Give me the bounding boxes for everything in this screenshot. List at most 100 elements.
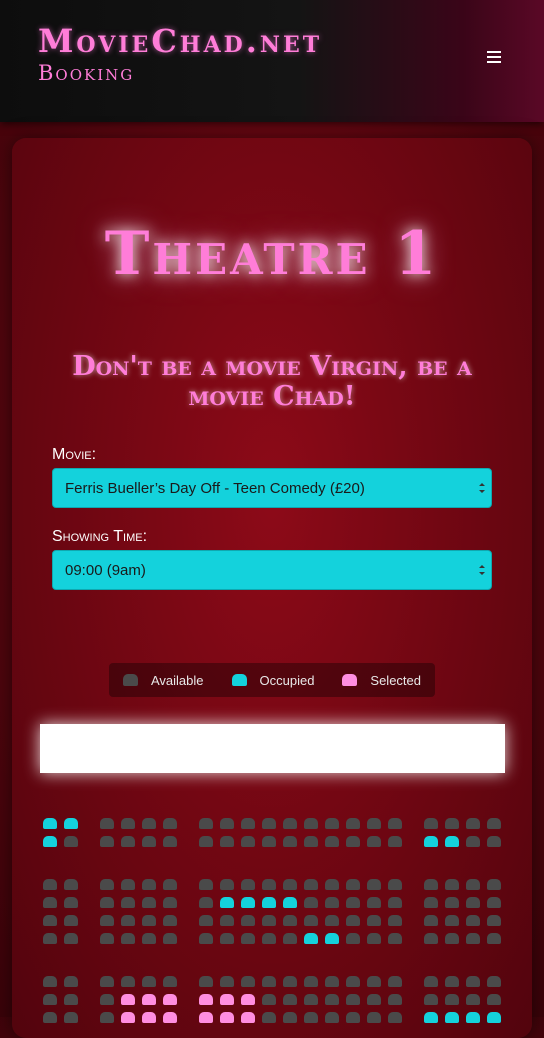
available-seat[interactable]	[64, 976, 78, 987]
available-seat[interactable]	[325, 836, 339, 847]
brand[interactable]: MovieChad.net Booking	[38, 24, 322, 86]
available-seat[interactable]	[388, 1012, 402, 1023]
available-seat[interactable]	[424, 818, 438, 829]
available-seat[interactable]	[241, 879, 255, 890]
available-seat[interactable]	[100, 933, 114, 944]
available-seat[interactable]	[262, 994, 276, 1005]
selected-seat[interactable]	[121, 1012, 135, 1023]
available-seat[interactable]	[304, 915, 318, 926]
selected-seat[interactable]	[199, 994, 213, 1005]
selected-seat[interactable]	[199, 1012, 213, 1023]
available-seat[interactable]	[142, 976, 156, 987]
available-seat[interactable]	[487, 915, 501, 926]
available-seat[interactable]	[325, 994, 339, 1005]
available-seat[interactable]	[445, 976, 459, 987]
available-seat[interactable]	[262, 836, 276, 847]
available-seat[interactable]	[64, 836, 78, 847]
available-seat[interactable]	[346, 818, 360, 829]
available-seat[interactable]	[424, 915, 438, 926]
available-seat[interactable]	[241, 933, 255, 944]
available-seat[interactable]	[199, 976, 213, 987]
available-seat[interactable]	[163, 915, 177, 926]
available-seat[interactable]	[487, 836, 501, 847]
available-seat[interactable]	[367, 879, 381, 890]
available-seat[interactable]	[466, 836, 480, 847]
available-seat[interactable]	[64, 1012, 78, 1023]
selected-seat[interactable]	[142, 1012, 156, 1023]
available-seat[interactable]	[466, 818, 480, 829]
available-seat[interactable]	[262, 879, 276, 890]
available-seat[interactable]	[220, 836, 234, 847]
available-seat[interactable]	[163, 897, 177, 908]
available-seat[interactable]	[346, 879, 360, 890]
available-seat[interactable]	[121, 818, 135, 829]
available-seat[interactable]	[325, 818, 339, 829]
available-seat[interactable]	[100, 879, 114, 890]
available-seat[interactable]	[325, 879, 339, 890]
available-seat[interactable]	[142, 879, 156, 890]
available-seat[interactable]	[100, 836, 114, 847]
selected-seat[interactable]	[220, 994, 234, 1005]
available-seat[interactable]	[304, 1012, 318, 1023]
selected-seat[interactable]	[220, 1012, 234, 1023]
available-seat[interactable]	[262, 1012, 276, 1023]
available-seat[interactable]	[43, 897, 57, 908]
available-seat[interactable]	[199, 879, 213, 890]
available-seat[interactable]	[283, 915, 297, 926]
available-seat[interactable]	[220, 976, 234, 987]
available-seat[interactable]	[241, 915, 255, 926]
available-seat[interactable]	[220, 915, 234, 926]
available-seat[interactable]	[304, 976, 318, 987]
available-seat[interactable]	[142, 897, 156, 908]
available-seat[interactable]	[100, 818, 114, 829]
available-seat[interactable]	[163, 976, 177, 987]
available-seat[interactable]	[367, 1012, 381, 1023]
available-seat[interactable]	[100, 897, 114, 908]
available-seat[interactable]	[121, 836, 135, 847]
available-seat[interactable]	[199, 836, 213, 847]
brand-title[interactable]: MovieChad.net	[38, 24, 322, 58]
available-seat[interactable]	[424, 933, 438, 944]
available-seat[interactable]	[199, 897, 213, 908]
available-seat[interactable]	[121, 915, 135, 926]
available-seat[interactable]	[445, 879, 459, 890]
available-seat[interactable]	[64, 994, 78, 1005]
available-seat[interactable]	[163, 836, 177, 847]
available-seat[interactable]	[283, 1012, 297, 1023]
available-seat[interactable]	[304, 818, 318, 829]
available-seat[interactable]	[142, 915, 156, 926]
selected-seat[interactable]	[241, 994, 255, 1005]
available-seat[interactable]	[466, 879, 480, 890]
time-select[interactable]: 09:00 (9am)	[52, 550, 492, 590]
available-seat[interactable]	[100, 976, 114, 987]
available-seat[interactable]	[424, 976, 438, 987]
available-seat[interactable]	[304, 836, 318, 847]
available-seat[interactable]	[445, 994, 459, 1005]
available-seat[interactable]	[100, 1012, 114, 1023]
available-seat[interactable]	[487, 994, 501, 1005]
available-seat[interactable]	[388, 818, 402, 829]
available-seat[interactable]	[388, 836, 402, 847]
available-seat[interactable]	[121, 976, 135, 987]
available-seat[interactable]	[367, 897, 381, 908]
available-seat[interactable]	[199, 915, 213, 926]
available-seat[interactable]	[346, 976, 360, 987]
movie-select[interactable]: Ferris Bueller’s Day Off - Teen Comedy (…	[52, 468, 492, 508]
available-seat[interactable]	[241, 976, 255, 987]
available-seat[interactable]	[445, 933, 459, 944]
available-seat[interactable]	[325, 1012, 339, 1023]
available-seat[interactable]	[487, 879, 501, 890]
available-seat[interactable]	[466, 933, 480, 944]
available-seat[interactable]	[325, 897, 339, 908]
selected-seat[interactable]	[121, 994, 135, 1005]
available-seat[interactable]	[424, 879, 438, 890]
available-seat[interactable]	[262, 933, 276, 944]
available-seat[interactable]	[163, 818, 177, 829]
available-seat[interactable]	[64, 915, 78, 926]
available-seat[interactable]	[367, 933, 381, 944]
available-seat[interactable]	[487, 897, 501, 908]
available-seat[interactable]	[304, 897, 318, 908]
available-seat[interactable]	[304, 994, 318, 1005]
available-seat[interactable]	[445, 818, 459, 829]
selected-seat[interactable]	[163, 1012, 177, 1023]
